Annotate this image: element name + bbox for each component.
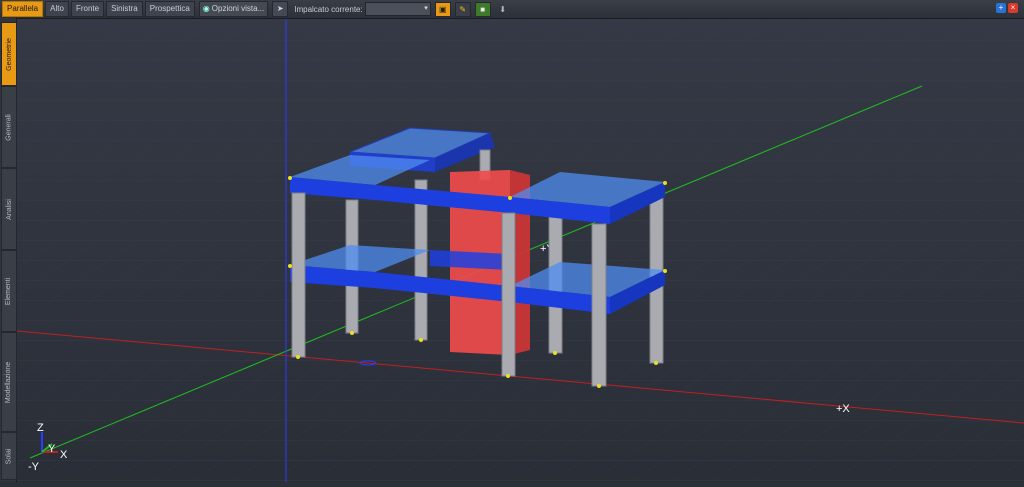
close-panel-button[interactable]: × xyxy=(1008,3,1018,13)
tab-sinistra[interactable]: Sinistra xyxy=(106,1,143,17)
side-tab-solai[interactable]: Solai xyxy=(1,432,17,480)
side-tab-modellazione[interactable]: Modellazione xyxy=(1,332,17,432)
chevron-down-icon: ▾ xyxy=(424,5,428,12)
gizmo-x-label: X xyxy=(60,449,68,461)
tab-fronte[interactable]: Fronte xyxy=(70,1,105,17)
trash-icon: ■ xyxy=(480,4,486,14)
cursor-icon: ➤ xyxy=(276,4,284,13)
view-options-label: Opzioni vista... xyxy=(211,4,265,13)
gizmo-z-label: Z xyxy=(37,422,44,434)
side-tab-bar: Geometrie Generali Analisi Elementi Mode… xyxy=(0,18,17,482)
pin-button[interactable]: ⬇ xyxy=(495,2,511,17)
lock-icon: ▣ xyxy=(438,4,447,14)
view-options-button[interactable]: ◉ Opzioni vista... xyxy=(198,1,269,17)
pointer-button[interactable]: ➤ xyxy=(272,1,289,17)
column xyxy=(591,223,607,387)
gizmo-y-label: Y xyxy=(48,443,56,455)
tab-prospettica[interactable]: Prospettica xyxy=(144,1,195,17)
floor-label: Impalcato corrente: xyxy=(294,4,363,14)
side-tab-generali[interactable]: Generali xyxy=(1,86,17,168)
3d-viewport[interactable]: +X +Y Z Y X -Y xyxy=(16,19,1024,482)
gizmo-minus-y-label: -Y xyxy=(28,461,40,473)
wrench-button[interactable]: ✎ xyxy=(454,1,471,17)
side-tab-geometrie[interactable]: Geometrie xyxy=(1,22,17,86)
plus-x-label: +X xyxy=(836,403,850,415)
eye-icon: ◉ xyxy=(202,4,210,13)
side-tab-analisi[interactable]: Analisi xyxy=(1,168,17,250)
lock-button[interactable]: ▣ xyxy=(434,1,451,17)
floor-select[interactable]: ▾ xyxy=(364,2,431,16)
column xyxy=(501,212,516,377)
pin-icon: ⬇ xyxy=(499,4,507,14)
add-panel-button[interactable]: + xyxy=(996,3,1006,13)
trash-button[interactable]: ■ xyxy=(474,1,491,17)
tab-alto[interactable]: Alto xyxy=(45,1,69,17)
wrench-icon: ✎ xyxy=(459,4,467,14)
column xyxy=(291,192,306,358)
toolbar: Parallela Alto Fronte Sinistra Prospetti… xyxy=(0,0,1024,19)
side-tab-elementi[interactable]: Elementi xyxy=(1,250,17,332)
tab-parallela[interactable]: Parallela xyxy=(2,1,44,17)
